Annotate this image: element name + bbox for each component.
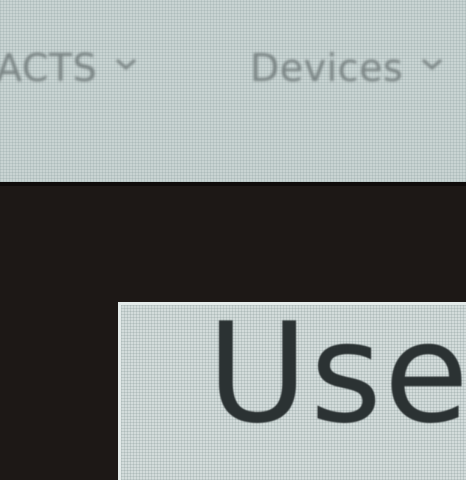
top-navigation-bar: ACTS Devices [0, 0, 466, 186]
use-button[interactable]: Use [118, 302, 466, 480]
chevron-down-icon [115, 53, 137, 75]
nav-item-label: ACTS [0, 46, 98, 90]
nav-item-devices[interactable]: Devices [250, 46, 443, 90]
use-button-label: Use [207, 302, 466, 454]
nav-item-label: Devices [250, 46, 404, 90]
chevron-down-icon [421, 53, 443, 75]
screen: ACTS Devices Use [0, 0, 466, 480]
nav-item-acts[interactable]: ACTS [0, 46, 137, 90]
